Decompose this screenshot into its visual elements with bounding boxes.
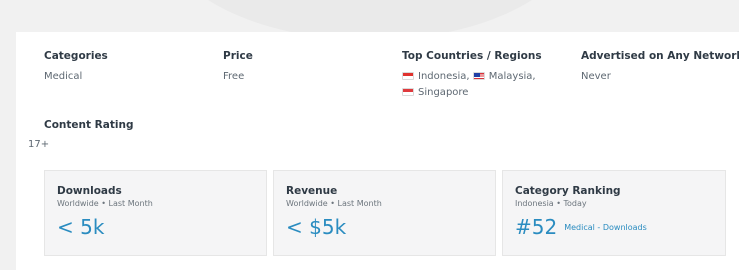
- price-label: Price: [223, 50, 253, 62]
- country-indonesia: Indonesia,: [402, 71, 473, 82]
- metric-value-row: #52 Medical - Downloads: [515, 215, 713, 240]
- content-rating-value: 17+: [28, 139, 50, 150]
- metric-value: < 5k: [57, 215, 105, 239]
- category-ranking-metric-card: Category Ranking Indonesia • Today #52 Me…: [502, 170, 726, 256]
- metric-value: < $5k: [286, 215, 347, 239]
- content-rating-label: Content Rating: [44, 119, 134, 131]
- top-countries-label: Top Countries / Regions: [402, 50, 542, 62]
- indonesia-flag-icon: [402, 72, 414, 80]
- singapore-flag-icon: [402, 88, 414, 96]
- malaysia-flag-icon: [472, 72, 485, 80]
- categories-value: Medical: [44, 71, 83, 82]
- metric-title: Category Ranking: [515, 185, 621, 197]
- category-link[interactable]: Medical - Downloads: [564, 223, 647, 232]
- downloads-metric-card: Downloads Worldwide • Last Month < 5k: [44, 170, 267, 256]
- country-singapore: Singapore: [402, 87, 468, 98]
- categories-label: Categories: [44, 50, 108, 62]
- app-overview-card: Categories Medical Price Free Top Countr…: [16, 32, 739, 270]
- metric-title: Downloads: [57, 185, 122, 197]
- revenue-metric-card: Revenue Worldwide • Last Month < $5k: [273, 170, 496, 256]
- metric-subtitle: Worldwide • Last Month: [57, 199, 153, 208]
- advertised-label: Advertised on Any Network: [581, 50, 739, 62]
- advertised-value: Never: [581, 71, 611, 82]
- country-name: Singapore: [418, 87, 469, 98]
- metric-subtitle: Worldwide • Last Month: [286, 199, 382, 208]
- country-name: Indonesia,: [418, 71, 470, 82]
- price-value: Free: [223, 71, 245, 82]
- metric-value: #52: [515, 215, 558, 239]
- metric-title: Revenue: [286, 185, 338, 197]
- country-name: Malaysia,: [488, 71, 536, 82]
- app-overview-page: Categories Medical Price Free Top Countr…: [0, 0, 739, 270]
- metric-subtitle: Indonesia • Today: [515, 199, 587, 208]
- top-countries-list: Indonesia, Malaysia, Singapore: [402, 69, 536, 101]
- country-malaysia: Malaysia,: [472, 71, 536, 82]
